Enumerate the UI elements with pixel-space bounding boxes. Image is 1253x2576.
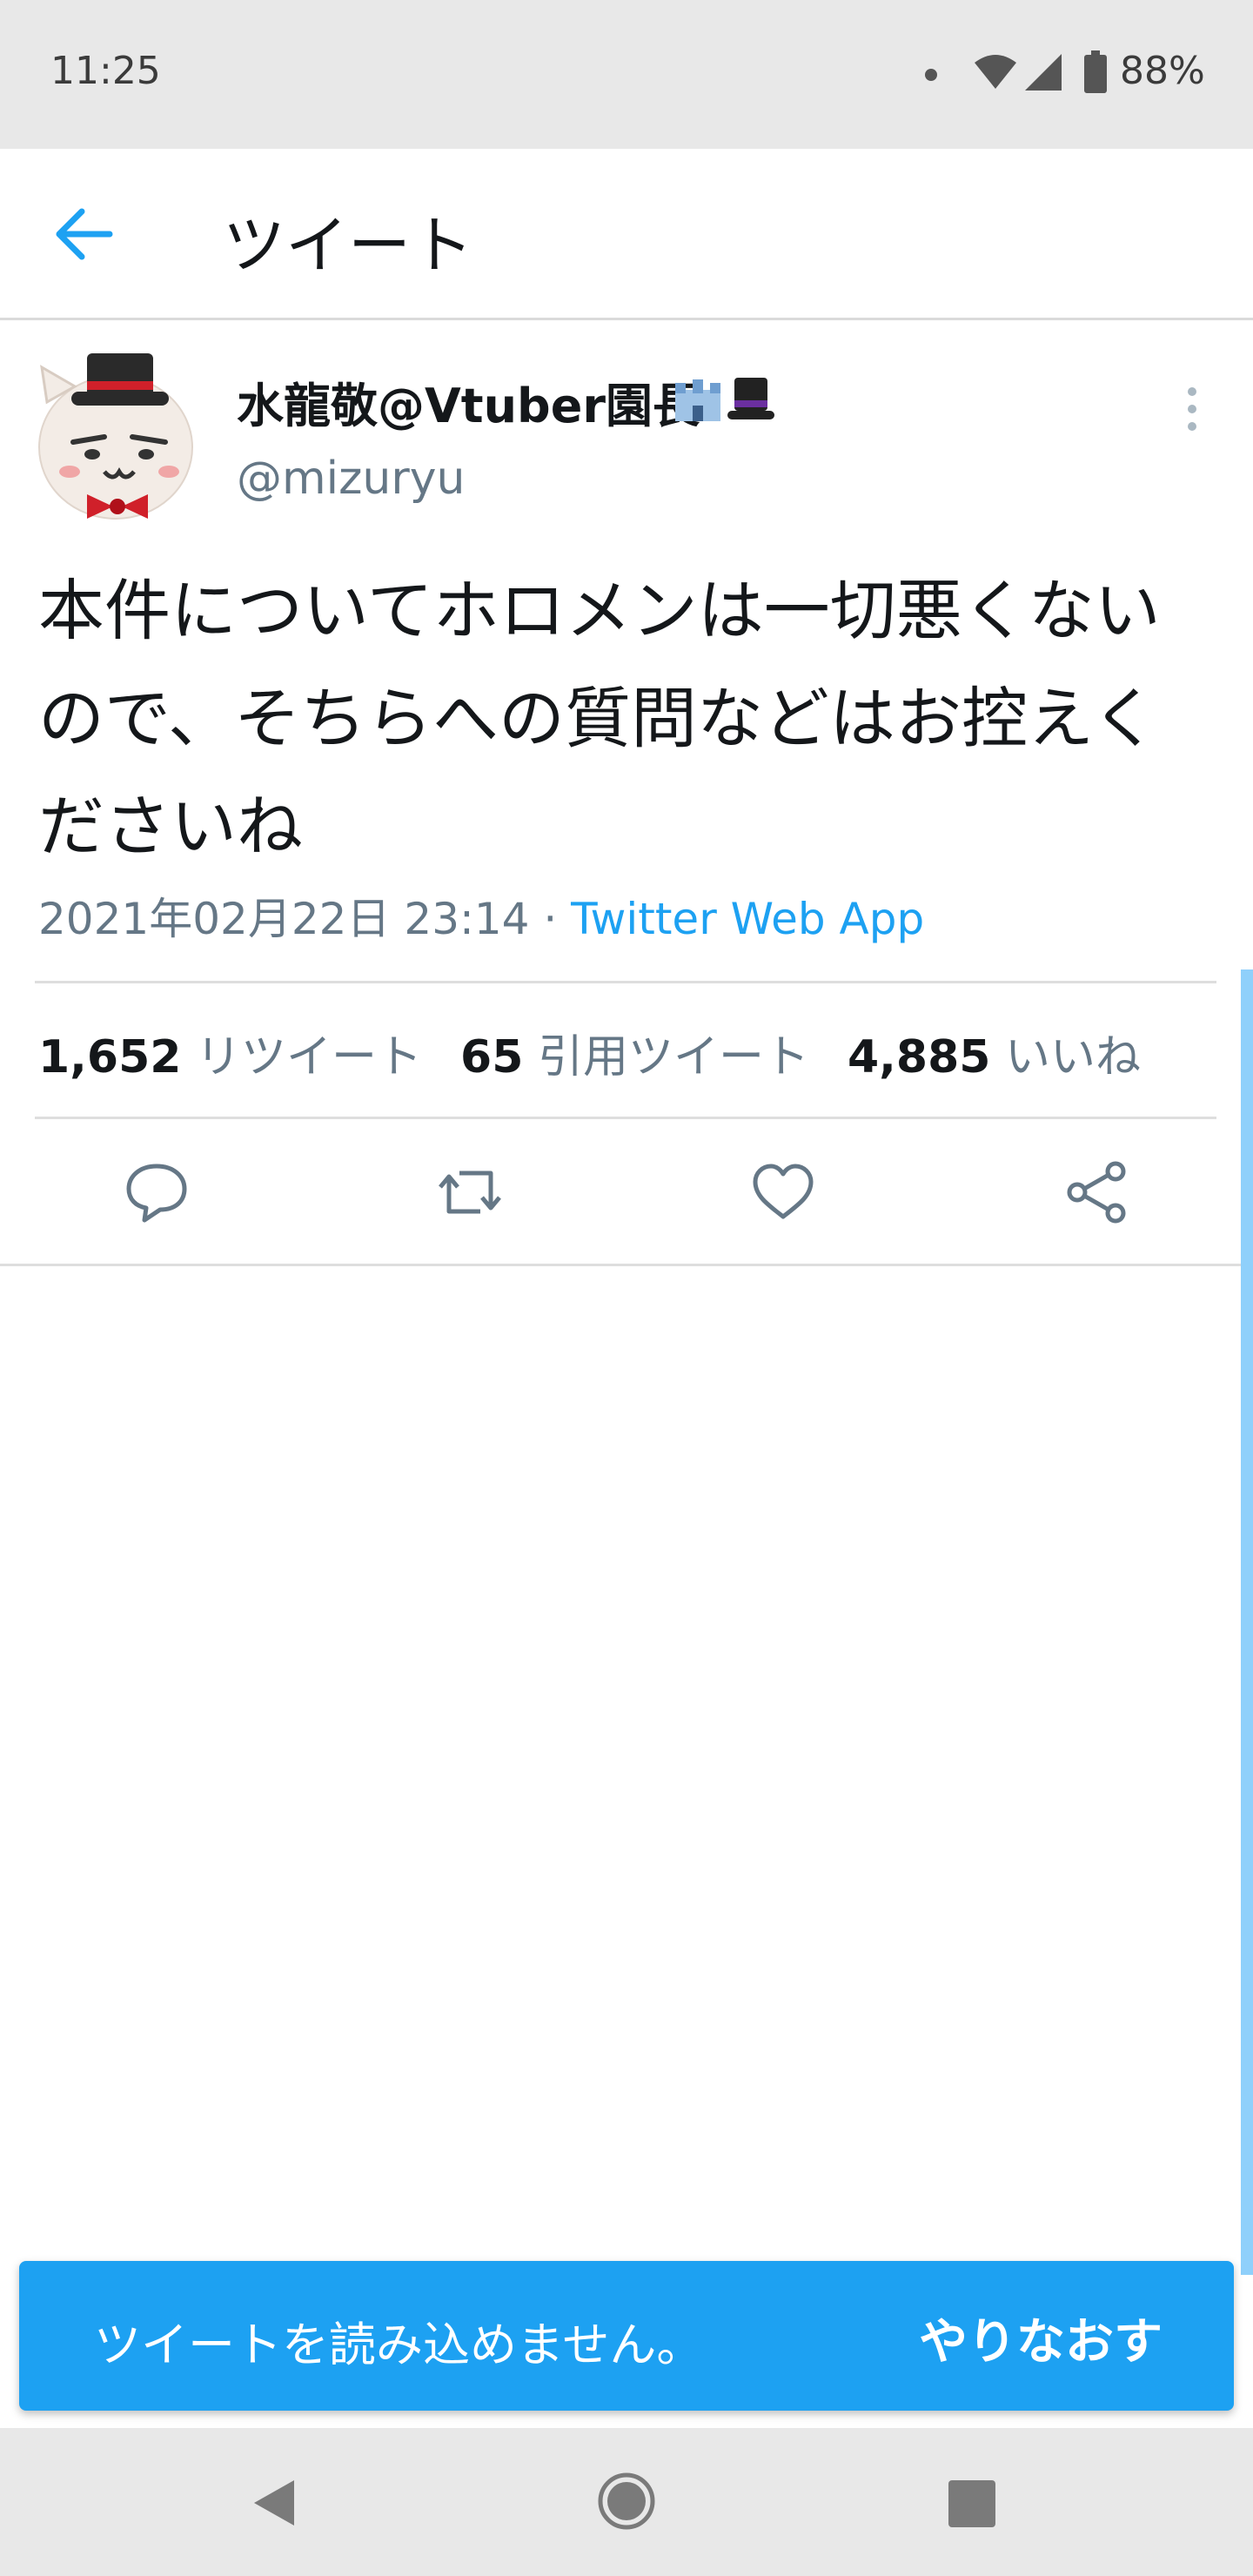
tweet-stats: 1,652 リツイート 65 引用ツイート 4,885 いいね <box>38 1020 1141 1085</box>
signal-icon <box>1025 54 1062 91</box>
status-time: 11:25 <box>50 49 161 93</box>
divider <box>35 1117 1216 1119</box>
like-stat[interactable]: 4,885 いいね <box>848 1031 1141 1083</box>
status-bar: 11:25 88% <box>0 0 1253 149</box>
quote-label: 引用ツイート <box>537 1031 809 1083</box>
author-handle[interactable]: @mizuryu <box>237 453 465 505</box>
snackbar: ツイートを読み込めません。 やりなおす <box>19 2261 1234 2411</box>
tweet-text: 本件についてホロメンは一切悪くないので、そちらへの質問などはお控えくださいね <box>38 572 1161 865</box>
author-name[interactable]: 水龍敬@Vtuber園長 <box>237 367 700 436</box>
notification-dot-icon <box>925 69 937 81</box>
tweet-source-link[interactable]: Twitter Web App <box>571 894 924 944</box>
author-emoji <box>672 374 776 426</box>
retweet-stat[interactable]: 1,652 リツイート <box>38 1031 422 1083</box>
tweet-meta: 2021年02月22日 23:14 · Twitter Web App <box>38 884 924 947</box>
scrollbar[interactable] <box>1241 969 1253 2275</box>
retry-button[interactable]: やりなおす <box>919 2303 1163 2373</box>
back-triangle-icon[interactable] <box>251 2477 298 2529</box>
battery-icon <box>1084 50 1107 93</box>
home-circle-icon[interactable] <box>597 2472 656 2531</box>
quote-count: 65 <box>460 1031 524 1083</box>
snackbar-message: ツイートを読み込めません。 <box>94 2318 704 2372</box>
retweet-label: リツイート <box>196 1031 423 1083</box>
share-icon[interactable] <box>1062 1157 1131 1227</box>
top-hat-emoji-icon <box>727 378 774 419</box>
arrow-left-icon[interactable] <box>54 206 115 262</box>
system-nav-bar <box>0 2428 1253 2576</box>
like-label: いいね <box>1004 1031 1141 1083</box>
retweet-count: 1,652 <box>38 1031 182 1083</box>
tweet-date: 2021年02月22日 23:14 <box>38 894 530 944</box>
castle-emoji-icon <box>675 379 720 421</box>
tweet-header: ツイート <box>0 149 1253 320</box>
like-icon[interactable] <box>748 1157 818 1227</box>
retweet-icon[interactable] <box>435 1157 505 1227</box>
recents-square-icon[interactable] <box>948 2480 995 2527</box>
divider <box>35 981 1216 983</box>
meta-separator: · <box>529 894 572 944</box>
more-vertical-icon[interactable] <box>1179 383 1205 435</box>
wifi-icon <box>975 55 1016 89</box>
reply-icon[interactable] <box>122 1157 191 1227</box>
divider <box>0 1264 1253 1266</box>
avatar[interactable] <box>35 350 197 520</box>
battery-percent: 88% <box>1120 49 1205 93</box>
like-count: 4,885 <box>847 1031 991 1083</box>
cat-mascot-avatar-icon <box>38 353 193 520</box>
quote-stat[interactable]: 65 引用ツイート <box>460 1031 809 1083</box>
page-title: ツイート <box>223 209 474 282</box>
